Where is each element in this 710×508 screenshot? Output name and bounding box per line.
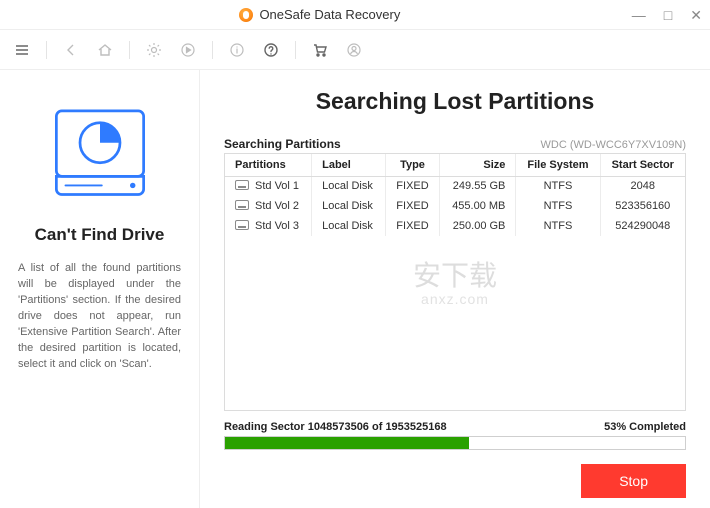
col-size[interactable]: Size bbox=[440, 154, 516, 176]
disk-mini-icon bbox=[235, 200, 249, 210]
side-panel: Can't Find Drive A list of all the found… bbox=[0, 70, 200, 508]
watermark-domain: anxz.com bbox=[413, 292, 497, 307]
home-icon[interactable] bbox=[91, 36, 119, 64]
watermark: 安下载 anxz.com bbox=[413, 261, 497, 307]
toolbar-sep bbox=[46, 41, 47, 59]
footer: Stop bbox=[224, 464, 686, 498]
cart-icon[interactable] bbox=[306, 36, 334, 64]
play-icon[interactable] bbox=[174, 36, 202, 64]
col-partitions[interactable]: Partitions bbox=[225, 154, 312, 176]
app-logo-icon bbox=[239, 8, 253, 22]
drive-illustration-icon bbox=[45, 100, 155, 200]
col-start[interactable]: Start Sector bbox=[600, 154, 685, 176]
progress-label: Reading Sector 1048573506 of 1953525168 bbox=[224, 421, 447, 433]
watermark-text: 安下载 bbox=[413, 260, 497, 291]
progress-fill bbox=[225, 437, 469, 449]
app-title: OneSafe Data Recovery bbox=[259, 7, 400, 22]
disk-id: WDC (WD-WCC6Y7XV109N) bbox=[541, 139, 686, 151]
progress-percent: 53% Completed bbox=[604, 421, 686, 433]
content-panel: Searching Lost Partitions Searching Part… bbox=[200, 70, 710, 508]
side-description: A list of all the found partitions will … bbox=[18, 261, 181, 373]
col-type[interactable]: Type bbox=[385, 154, 440, 176]
table-row[interactable]: Std Vol 2Local DiskFIXED455.00 MBNTFS523… bbox=[225, 196, 685, 216]
help-icon[interactable] bbox=[257, 36, 285, 64]
stop-button[interactable]: Stop bbox=[581, 464, 686, 498]
window-controls: — □ ✕ bbox=[632, 8, 702, 22]
side-heading: Can't Find Drive bbox=[18, 225, 181, 245]
progress-label-row: Reading Sector 1048573506 of 1953525168 … bbox=[224, 421, 686, 433]
col-fs[interactable]: File System bbox=[516, 154, 600, 176]
close-button[interactable]: ✕ bbox=[690, 8, 702, 22]
col-label[interactable]: Label bbox=[312, 154, 386, 176]
table-header-row: Searching Partitions WDC (WD-WCC6Y7XV109… bbox=[224, 137, 686, 151]
toolbar bbox=[0, 30, 710, 70]
user-icon[interactable] bbox=[340, 36, 368, 64]
info-icon[interactable] bbox=[223, 36, 251, 64]
progress-bar bbox=[224, 436, 686, 450]
page-title: Searching Lost Partitions bbox=[224, 88, 686, 115]
toolbar-sep bbox=[212, 41, 213, 59]
table-row[interactable]: Std Vol 1Local DiskFIXED249.55 GBNTFS204… bbox=[225, 176, 685, 196]
toolbar-sep bbox=[129, 41, 130, 59]
app-title-wrap: OneSafe Data Recovery bbox=[8, 7, 632, 22]
back-icon[interactable] bbox=[57, 36, 85, 64]
gear-icon[interactable] bbox=[140, 36, 168, 64]
table-subtitle: Searching Partitions bbox=[224, 137, 341, 151]
minimize-button[interactable]: — bbox=[632, 8, 646, 22]
menu-icon[interactable] bbox=[8, 36, 36, 64]
maximize-button[interactable]: □ bbox=[664, 8, 672, 22]
toolbar-sep bbox=[295, 41, 296, 59]
table-row[interactable]: Std Vol 3Local DiskFIXED250.00 GBNTFS524… bbox=[225, 216, 685, 236]
disk-mini-icon bbox=[235, 180, 249, 190]
disk-mini-icon bbox=[235, 220, 249, 230]
titlebar: OneSafe Data Recovery — □ ✕ bbox=[0, 0, 710, 30]
partition-table: Partitions Label Type Size File System S… bbox=[225, 154, 685, 236]
partition-table-wrap: Partitions Label Type Size File System S… bbox=[224, 153, 686, 411]
